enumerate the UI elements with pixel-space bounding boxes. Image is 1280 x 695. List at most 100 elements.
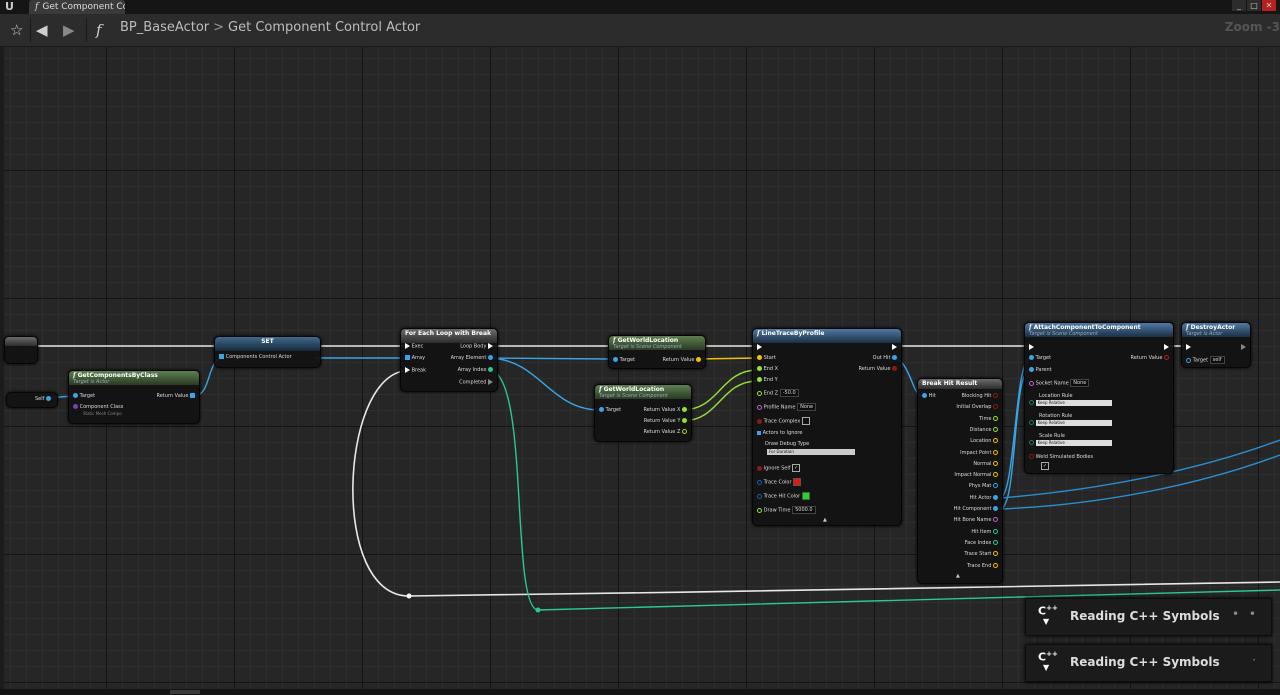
scale-rule-pin[interactable]: Keep Relative — [1029, 440, 1112, 446]
exec-out-pin[interactable] — [1164, 344, 1169, 351]
return-z-pin[interactable]: Return Value Z — [643, 429, 687, 435]
ignore-self-pin[interactable]: Ignore Self ✓ — [757, 464, 801, 472]
return-x-pin[interactable]: Return Value X — [643, 407, 687, 413]
break-hit-output-pin[interactable]: Hit Component — [954, 506, 998, 512]
rotation-rule-pin[interactable]: Keep Relative — [1029, 420, 1112, 426]
start-pin[interactable]: Start — [757, 355, 776, 361]
checkbox[interactable]: ✓ — [1041, 462, 1049, 470]
break-hit-output-pin[interactable]: Trace Start — [964, 551, 998, 557]
draw-debug-type-dropdown[interactable]: For Duration — [767, 449, 855, 455]
exec-in-pin[interactable] — [757, 344, 762, 351]
weld-checkbox[interactable]: ✓ — [1041, 462, 1049, 470]
reroute-node[interactable] — [406, 593, 412, 599]
trace-hit-color-swatch[interactable] — [801, 492, 810, 500]
weld-simulated-bodies-pin[interactable]: Weld Simulated Bodies — [1029, 454, 1093, 460]
trace-color-swatch[interactable] — [793, 478, 802, 486]
end-z-input[interactable]: -50.0 — [779, 389, 799, 397]
target-pin[interactable]: Target self — [1186, 356, 1225, 364]
collapse-arrow-icon[interactable]: ▲ — [823, 517, 827, 523]
line-trace-by-profile-node[interactable]: f LineTraceByProfile Start Out Hit Return… — [752, 328, 902, 526]
set-variable-node[interactable]: SET Components Control Actor — [214, 336, 321, 368]
trace-complex-checkbox[interactable] — [801, 417, 810, 425]
break-hit-output-pin[interactable]: Impact Normal — [954, 472, 998, 478]
break-hit-output-pin[interactable]: Blocking Hit — [961, 393, 998, 399]
break-hit-output-pin[interactable]: Hit Item — [971, 528, 998, 535]
target-pin[interactable]: Target — [73, 393, 95, 399]
break-hit-output-pin[interactable]: Phys Mat — [969, 483, 998, 489]
get-world-location-xyz-node[interactable]: f GetWorldLocation Target is Scene Compone… — [594, 384, 692, 442]
hit-in-pin[interactable]: Hit — [922, 393, 936, 399]
draw-time-pin[interactable]: Draw Time 5000.0 — [757, 506, 816, 514]
location-rule-pin[interactable]: Keep Relative — [1029, 400, 1112, 406]
out-hit-pin[interactable]: Out Hit — [873, 355, 897, 361]
scrollbar-thumb[interactable] — [170, 690, 200, 694]
class-value[interactable]: Static Mesh Compo — [83, 411, 122, 416]
return-value-pin[interactable]: Return Value — [858, 366, 897, 372]
partial-event-node[interactable] — [4, 336, 38, 364]
destroy-actor-node[interactable]: f DestroyActor Target is Actor Target self — [1181, 322, 1251, 368]
attach-component-node[interactable]: f AttachComponentToComponent Target is Sce… — [1024, 322, 1174, 474]
end-z-pin[interactable]: End Z -50.0 — [757, 389, 799, 397]
trace-complex-pin[interactable]: Trace Complex — [757, 417, 810, 425]
return-value-pin[interactable]: Return Value — [156, 393, 195, 399]
break-hit-output-pin[interactable]: Distance — [970, 426, 998, 433]
break-pin[interactable]: Break — [405, 367, 426, 374]
completed-pin[interactable]: Completed — [459, 379, 493, 386]
return-value-pin[interactable]: Return Value — [1130, 355, 1169, 361]
draw-time-input[interactable]: 5000.0 — [792, 506, 816, 514]
exec-in-pin[interactable]: Exec — [405, 343, 423, 350]
ignore-self-checkbox[interactable]: ✓ — [792, 464, 801, 472]
socket-name-input[interactable]: None — [1070, 379, 1090, 387]
end-y-pin[interactable]: End Y — [757, 377, 778, 383]
exec-out-pin[interactable] — [892, 344, 897, 351]
horizontal-scrollbar[interactable] — [0, 689, 1280, 695]
return-y-pin[interactable]: Return Value Y — [644, 418, 687, 424]
self-output-pin[interactable]: Self — [35, 396, 51, 402]
target-pin[interactable]: Target — [1029, 355, 1051, 361]
parent-pin[interactable]: Parent — [1029, 367, 1052, 373]
target-pin[interactable]: Target — [599, 407, 621, 413]
target-pin[interactable]: Target — [613, 357, 635, 363]
trace-hit-color-pin[interactable]: Trace Hit Color — [757, 492, 810, 500]
profile-name-input[interactable]: None — [797, 403, 817, 411]
location-rule-dropdown[interactable]: Keep Relative — [1035, 400, 1112, 406]
return-value-pin[interactable]: Return Value — [662, 357, 701, 363]
break-hit-output-pin[interactable]: Face Index — [965, 539, 998, 546]
exec-out-pin[interactable] — [1241, 344, 1246, 351]
end-x-pin[interactable]: End X — [757, 366, 778, 372]
array-index-pin[interactable]: Array Index — [458, 367, 493, 373]
rotation-rule-dropdown[interactable]: Keep Relative — [1035, 420, 1112, 426]
break-hit-output-pin[interactable]: Hit Actor — [970, 494, 998, 501]
self-node[interactable]: Self — [6, 392, 58, 408]
actors-to-ignore-pin[interactable]: Actors to Ignore — [757, 430, 802, 436]
set-variable-pin[interactable]: Components Control Actor — [219, 354, 292, 360]
break-hit-result-node[interactable]: Break Hit Result Hit Blocking Hit Initia… — [917, 378, 1003, 584]
socket-name-pin[interactable]: Socket Name None — [1029, 379, 1090, 387]
notification-label: Reading C++ Symbols — [1070, 609, 1220, 623]
loop-body-pin[interactable]: Loop Body — [460, 343, 493, 350]
break-hit-output-pin[interactable]: Initial Overlap — [956, 404, 998, 410]
break-hit-output-pin[interactable]: Trace End — [967, 562, 998, 569]
break-hit-output-pin[interactable]: Normal — [973, 460, 998, 467]
exec-in-pin[interactable] — [1186, 344, 1191, 351]
pin-label: Array Index — [457, 367, 487, 373]
get-world-location-node[interactable]: f GetWorldLocation Target is Scene Compone… — [608, 335, 706, 369]
exec-in-pin[interactable] — [1029, 344, 1034, 351]
scale-rule-dropdown[interactable]: Keep Relative — [1035, 440, 1112, 446]
get-components-by-class-node[interactable]: f GetComponentsByClass Target is Actor Tar… — [68, 370, 200, 424]
trace-color-pin[interactable]: Trace Color — [757, 478, 802, 486]
component-class-pin[interactable]: Component Class — [73, 404, 123, 410]
pin-dot — [757, 366, 762, 371]
reroute-node[interactable] — [535, 607, 541, 613]
profile-name-pin[interactable]: Profile Name None — [757, 403, 817, 411]
break-hit-output-pin[interactable]: Time — [979, 415, 998, 422]
for-each-loop-node[interactable]: For Each Loop with Break Exec Array Brea… — [400, 328, 498, 392]
break-hit-output-pin[interactable]: Impact Point — [960, 449, 998, 456]
array-element-pin[interactable]: Array Element — [451, 355, 493, 361]
break-hit-output-pin[interactable]: Hit Bone Name — [954, 517, 998, 523]
pin-dot — [1164, 355, 1169, 360]
collapse-arrow-icon[interactable]: ▲ — [956, 573, 960, 579]
target-self-field[interactable]: self — [1209, 356, 1225, 364]
break-hit-output-pin[interactable]: Location — [970, 438, 998, 444]
array-in-pin[interactable]: Array — [405, 355, 425, 361]
